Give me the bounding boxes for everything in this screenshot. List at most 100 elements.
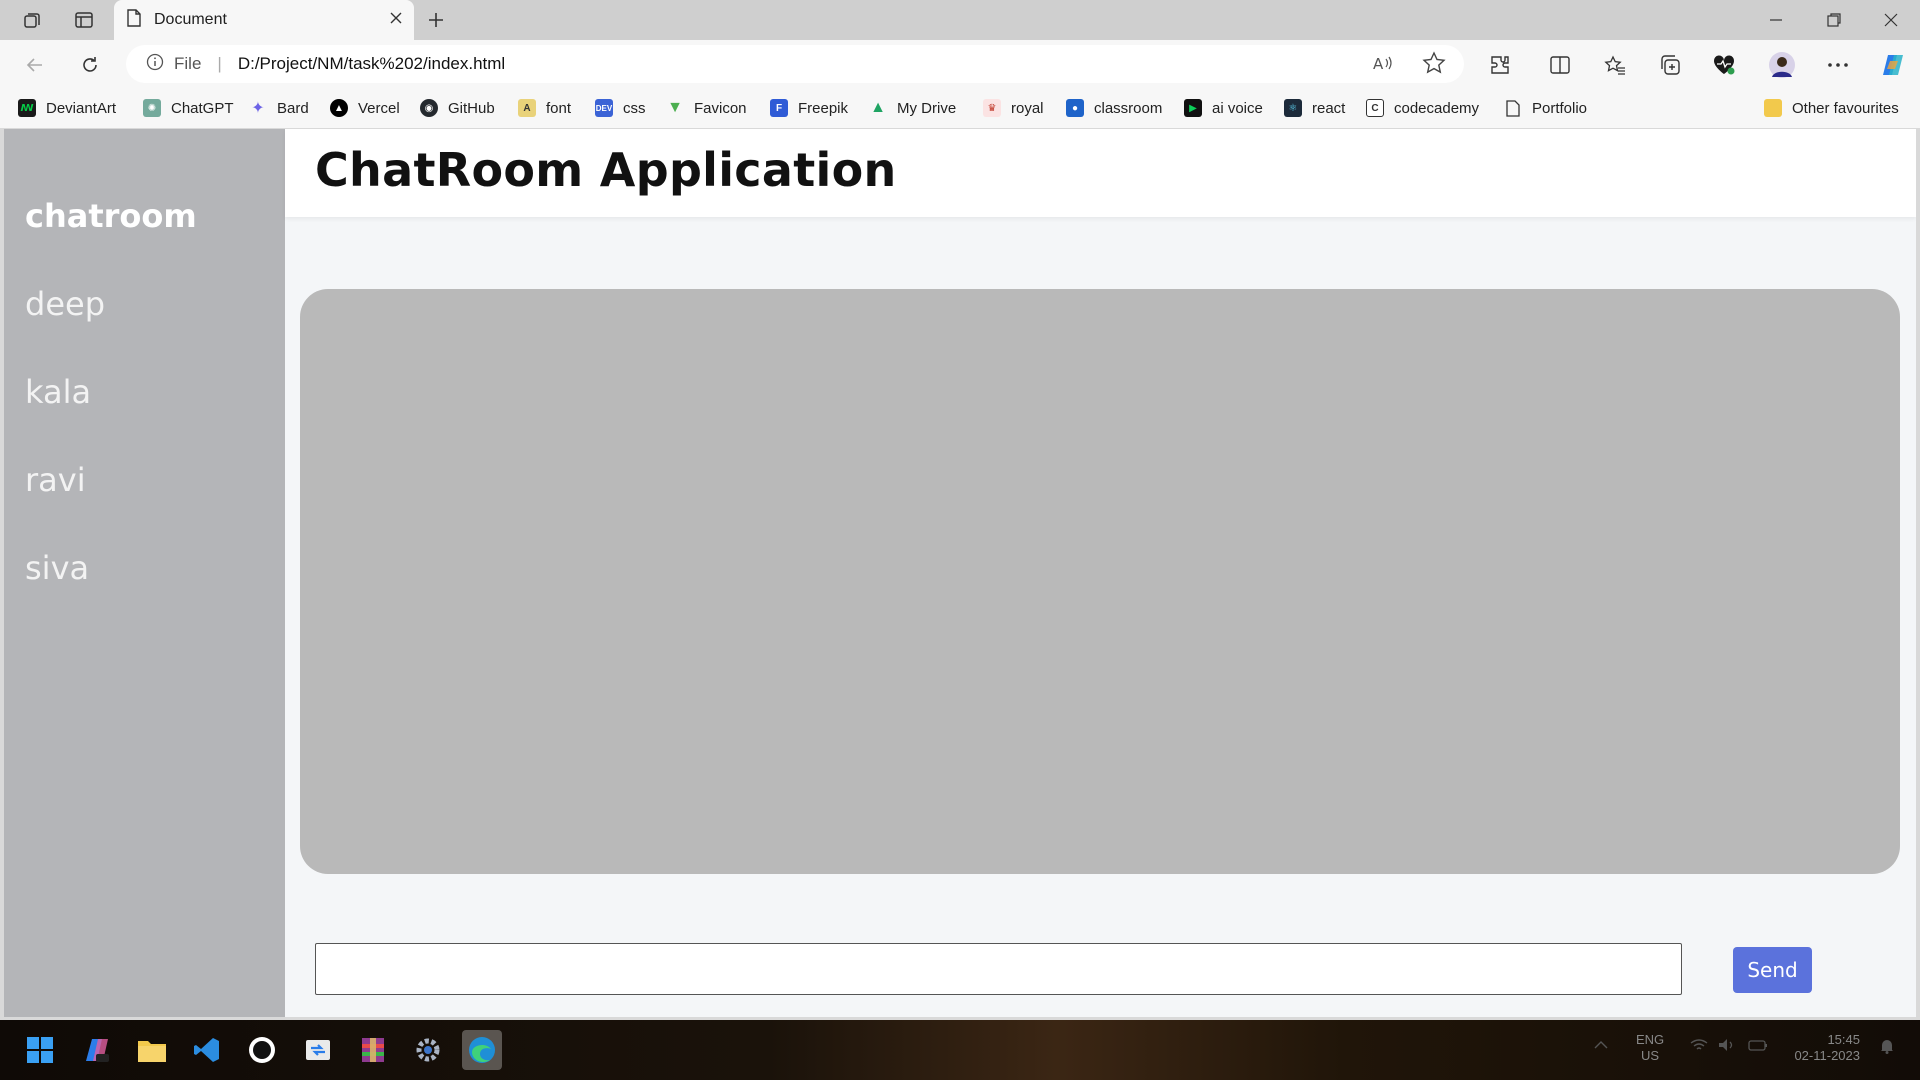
more-options-icon[interactable] [1822, 49, 1854, 81]
site-info-icon[interactable] [146, 53, 164, 76]
page-icon [126, 8, 142, 32]
github-desktop-icon[interactable] [242, 1030, 282, 1070]
close-tab-icon[interactable] [390, 11, 402, 29]
favicon-icon: ▼ [667, 99, 683, 116]
bookmark-github[interactable]: ◉ GitHub [420, 96, 495, 120]
url-text[interactable]: D:/Project/NM/task%202/index.html [238, 54, 505, 74]
bookmark-label: Vercel [358, 99, 400, 117]
bookmark-label: Portfolio [1532, 99, 1588, 117]
bookmark-freepik[interactable]: F Freepik [770, 96, 848, 120]
battery-icon[interactable] [1748, 1038, 1768, 1055]
bookmark-label: Favicon [694, 99, 747, 117]
windows-start-icon[interactable] [20, 1030, 60, 1070]
chat-messages-area [300, 289, 1900, 874]
clock-time: 15:45 [1827, 1032, 1860, 1047]
google-drive-icon: ▲ [870, 99, 886, 116]
keyboard-layout: US [1641, 1048, 1660, 1063]
folder-icon [1764, 99, 1782, 117]
bookmark-vercel[interactable]: ▲ Vercel [330, 96, 400, 120]
tab-title: Document [154, 11, 227, 28]
bookmark-label: codecademy [1394, 99, 1480, 117]
file-explorer-icon[interactable] [132, 1030, 172, 1070]
volume-icon[interactable] [1718, 1038, 1736, 1055]
workspaces-icon[interactable] [18, 6, 46, 34]
classroom-icon: ● [1066, 99, 1084, 117]
browser-tab-bar: Document [0, 0, 1920, 40]
address-bar[interactable]: File | D:/Project/NM/task%202/index.html… [126, 45, 1464, 83]
page-viewport: chatroom deep kala ravi siva ChatRoom Ap… [4, 129, 1916, 1017]
minimize-button[interactable] [1747, 0, 1805, 40]
bookmark-classroom[interactable]: ● classroom [1066, 96, 1162, 120]
sidebar-item-siva[interactable]: siva [25, 549, 89, 587]
send-button[interactable]: Send [1733, 947, 1812, 993]
bookmark-royal[interactable]: ♛ royal [983, 96, 1044, 120]
add-favorite-star-icon[interactable] [1422, 51, 1446, 80]
vscode-icon[interactable] [187, 1030, 227, 1070]
bookmark-label: font [546, 99, 572, 117]
sidebar-item-kala[interactable]: kala [25, 373, 91, 411]
edge-browser-icon[interactable] [462, 1030, 502, 1070]
favorites-icon[interactable] [1599, 49, 1631, 81]
codecademy-icon: C [1366, 99, 1384, 117]
bookmark-bard[interactable]: ✦ Bard [249, 96, 309, 120]
bookmark-chatgpt[interactable]: ✺ ChatGPT [143, 96, 234, 120]
bookmark-portfolio[interactable]: Portfolio [1504, 96, 1587, 120]
chat-sidebar: chatroom deep kala ravi siva [4, 129, 285, 1017]
browser-essentials-icon[interactable] [1708, 49, 1740, 81]
sidebar-item-ravi[interactable]: ravi [25, 461, 86, 499]
notification-bell-icon[interactable] [1880, 1038, 1894, 1057]
freepik-icon: F [770, 99, 788, 117]
url-scheme: File [174, 54, 202, 73]
github-icon: ◉ [420, 99, 438, 117]
refresh-button[interactable] [75, 50, 105, 80]
close-window-button[interactable] [1862, 0, 1920, 40]
clock[interactable]: 15:45 02-11-2023 [1788, 1032, 1860, 1064]
bookmark-ai-voice[interactable]: ▶ ai voice [1184, 96, 1263, 120]
language-indicator[interactable]: ENG US [1636, 1032, 1664, 1064]
bookmark-label: Bard [277, 99, 309, 117]
wifi-icon[interactable] [1690, 1038, 1708, 1055]
back-button[interactable] [20, 50, 50, 80]
copilot-taskbar-icon[interactable] [77, 1030, 117, 1070]
bookmark-label: ai voice [1212, 99, 1263, 117]
extensions-icon[interactable] [1484, 49, 1516, 81]
bookmark-label: ChatGPT [171, 99, 234, 117]
copilot-icon[interactable] [1877, 49, 1909, 81]
font-icon: A [518, 99, 536, 117]
split-screen-icon[interactable] [1544, 49, 1576, 81]
bookmark-css[interactable]: DEV css [595, 96, 646, 120]
tab-document[interactable]: Document [114, 0, 414, 40]
clock-date: 02-11-2023 [1794, 1048, 1860, 1063]
bookmark-codecademy[interactable]: Ccodecademy [1366, 96, 1479, 120]
bookmark-label: css [623, 99, 646, 117]
sidebar-item-chatroom[interactable]: chatroom [25, 197, 197, 235]
bookmark-my-drive[interactable]: ▲ My Drive [869, 96, 956, 120]
tray-overflow-chevron-icon[interactable] [1594, 1038, 1608, 1053]
ai-voice-icon: ▶ [1184, 99, 1202, 117]
royal-icon: ♛ [983, 99, 1001, 117]
language-code: ENG [1636, 1032, 1665, 1047]
bookmark-other-favourites[interactable]: Other favourites [1764, 96, 1899, 120]
message-input[interactable] [315, 943, 1682, 995]
deviantart-icon: ꟿ [18, 99, 36, 117]
settings-gear-icon[interactable] [408, 1030, 448, 1070]
windows-taskbar: ENG US 15:45 02-11-2023 [0, 1020, 1920, 1080]
bookmark-label: classroom [1094, 99, 1163, 117]
bookmark-deviantart[interactable]: ꟿ DeviantArt [18, 96, 116, 120]
bard-sparkle-icon: ✦ [251, 100, 265, 117]
dev-icon: DEV [595, 99, 613, 117]
winrar-icon[interactable] [353, 1030, 393, 1070]
bookmark-label: react [1312, 99, 1346, 117]
profile-avatar[interactable] [1766, 49, 1798, 81]
bookmark-font[interactable]: Afont [518, 96, 571, 120]
restore-button[interactable] [1805, 0, 1863, 40]
collections-icon[interactable] [1654, 49, 1686, 81]
remote-app-icon[interactable] [298, 1030, 338, 1070]
new-tab-button[interactable] [420, 6, 452, 34]
bookmark-favicon[interactable]: ▼ Favicon [666, 96, 747, 120]
bookmark-react[interactable]: ⚛ react [1284, 96, 1345, 120]
tab-actions-icon[interactable] [70, 6, 98, 34]
chatgpt-icon: ✺ [143, 99, 161, 117]
read-aloud-icon[interactable]: A [1372, 53, 1394, 78]
sidebar-item-deep[interactable]: deep [25, 285, 105, 323]
